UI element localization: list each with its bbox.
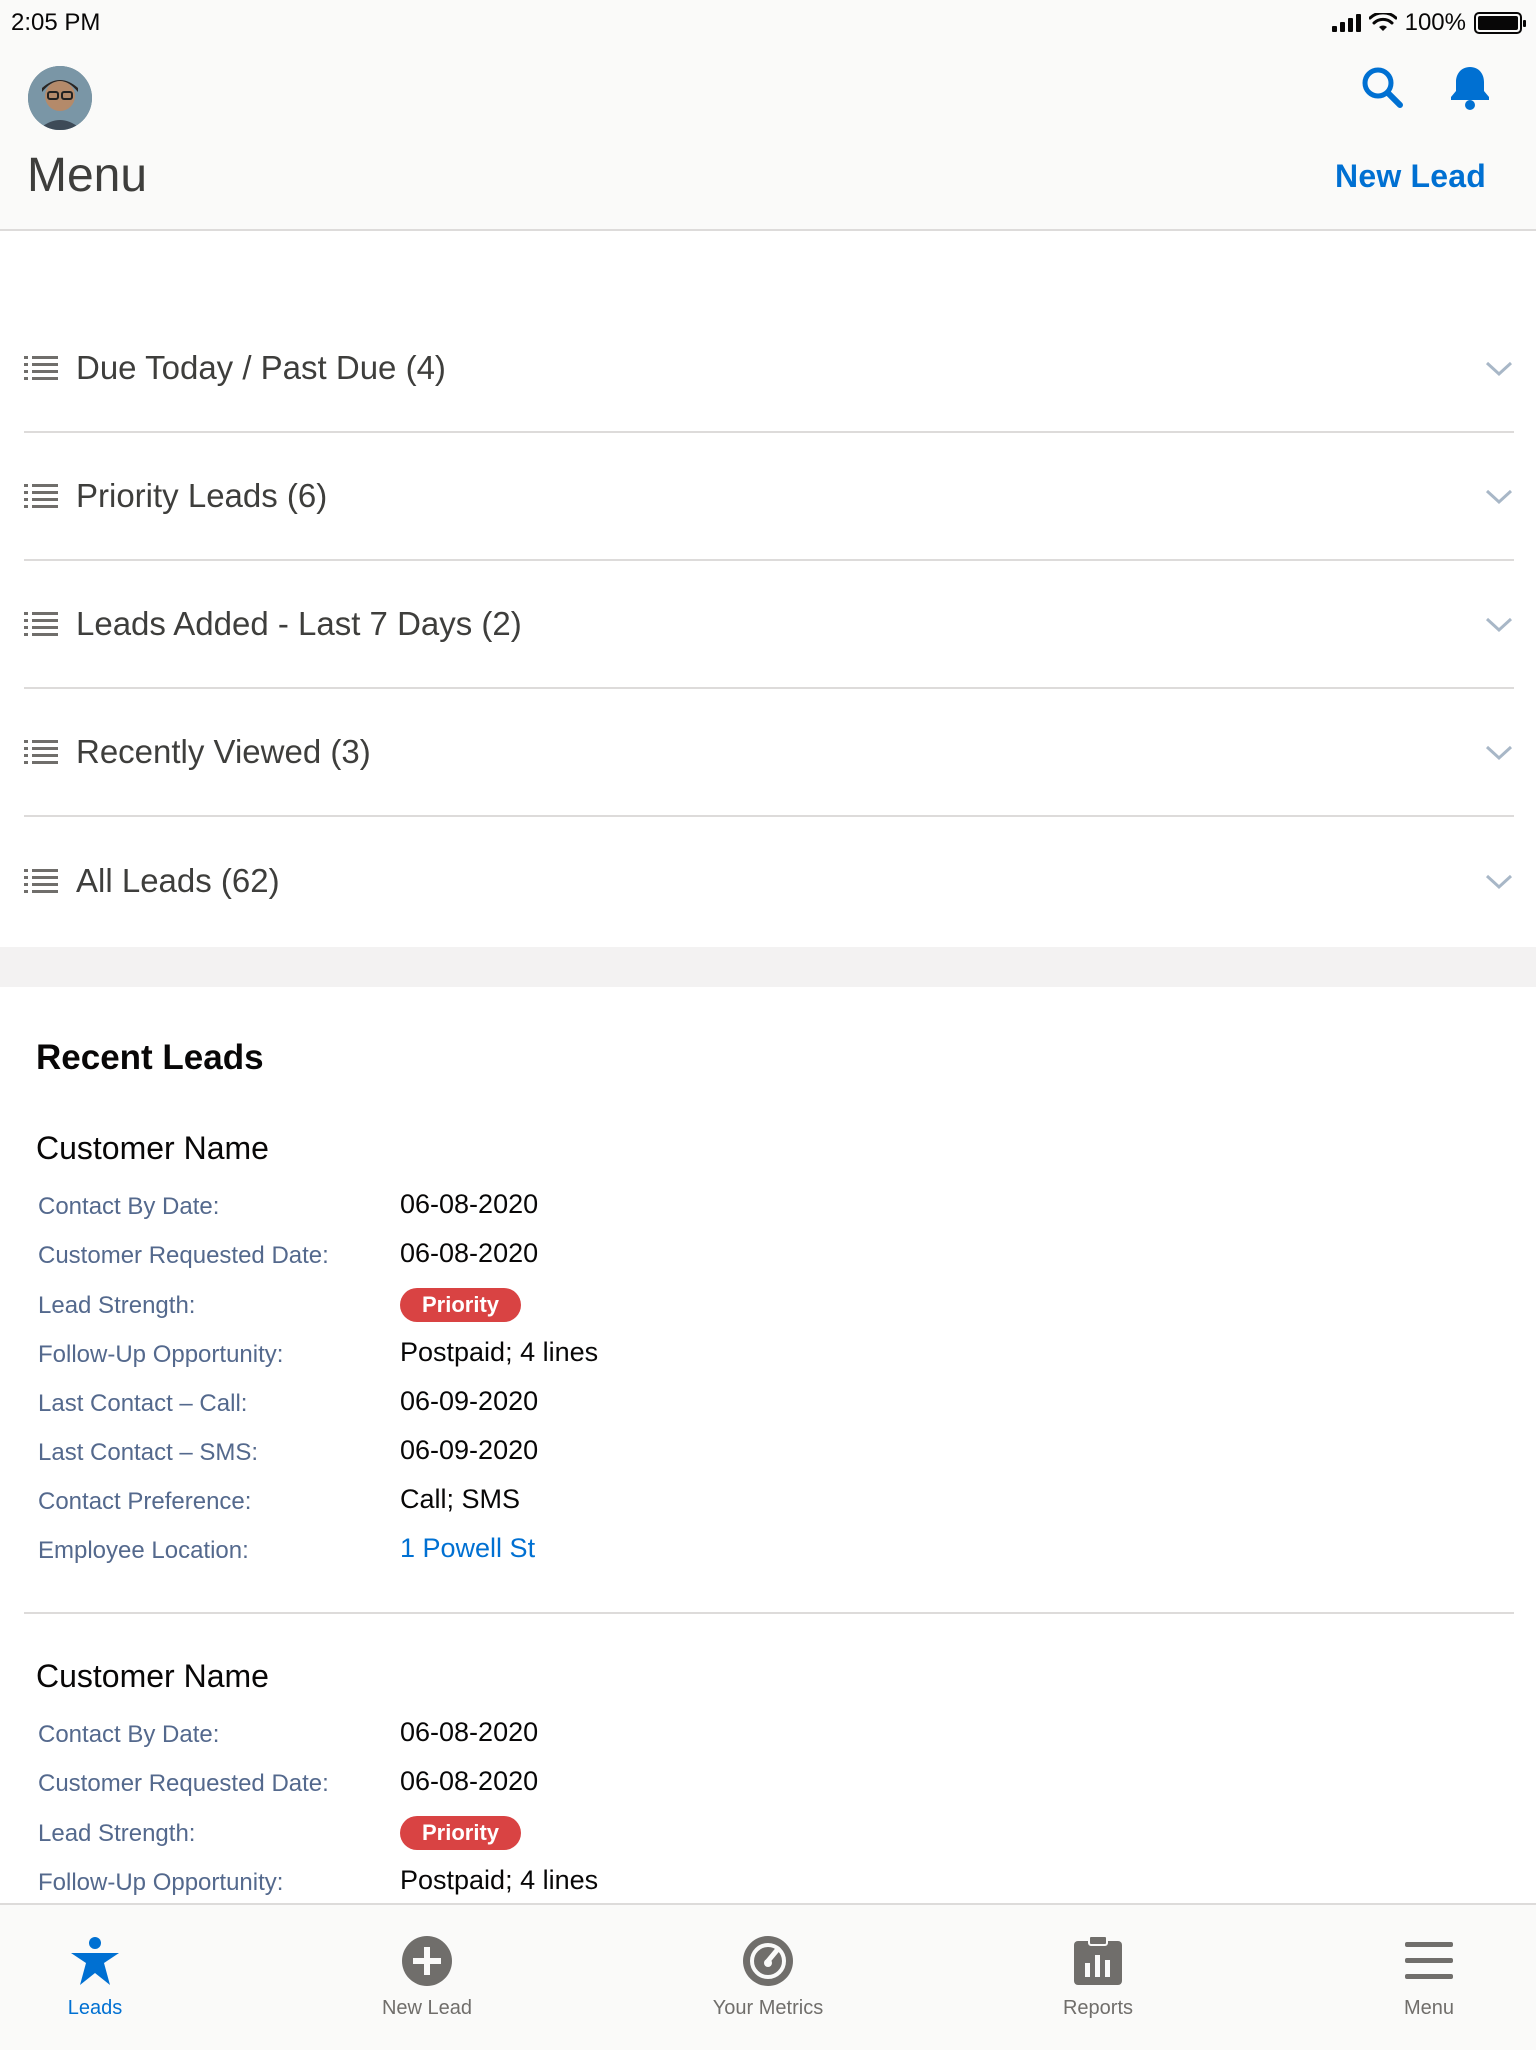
priority-badge: Priority: [400, 1288, 522, 1322]
field-label: Follow-Up Opportunity:: [38, 1869, 284, 1896]
lead-customer-name: Customer Name: [36, 1130, 269, 1166]
list-icon: [24, 356, 58, 380]
field-customer-requested-date: Customer Requested Date: 06-08-2020: [38, 1766, 1498, 1806]
chevron-down-icon[interactable]: [1484, 612, 1514, 636]
field-employee-location: Employee Location: 1 Powell St: [38, 1533, 1498, 1573]
wifi-icon: [1368, 13, 1397, 31]
list-view-priority-leads[interactable]: Priority Leads (6): [24, 433, 1514, 561]
section-divider: [0, 947, 1536, 987]
gauge-icon: [742, 1935, 794, 1987]
list-icon: [24, 740, 58, 764]
battery-percent: 100%: [1404, 9, 1466, 36]
tab-label: Menu: [1403, 1997, 1455, 2019]
list-icon: [24, 869, 58, 893]
list-view-leads-added[interactable]: Leads Added - Last 7 Days (2): [24, 561, 1514, 689]
field-label: Last Contact – SMS:: [38, 1439, 259, 1466]
tab-leads[interactable]: Leads: [0, 1935, 195, 2035]
field-lead-strength: Lead Strength: Priority: [38, 1288, 1498, 1328]
bell-icon[interactable]: [1445, 62, 1495, 112]
field-follow-up-opportunity: Follow-Up Opportunity: Postpaid; 4 lines: [38, 1865, 1498, 1905]
tab-your-metrics[interactable]: Your Metrics: [668, 1935, 868, 2035]
reports-icon: [1072, 1935, 1124, 1987]
field-value: 06-09-2020: [400, 1386, 539, 1416]
hamburger-icon: [1403, 1935, 1455, 1987]
list-view-due-today[interactable]: Due Today / Past Due (4): [24, 305, 1514, 433]
tab-label: Reports: [1062, 1997, 1134, 2019]
page-title: Menu: [27, 149, 148, 202]
field-customer-requested-date: Customer Requested Date: 06-08-2020: [38, 1238, 1498, 1278]
tab-label: Leads: [67, 1997, 123, 2019]
chevron-down-icon[interactable]: [1484, 484, 1514, 508]
avatar[interactable]: [28, 66, 92, 130]
field-contact-preference: Contact Preference: Call; SMS: [38, 1484, 1498, 1524]
battery-icon: [1474, 12, 1526, 34]
status-indicators: 100%: [1331, 9, 1526, 37]
search-icon[interactable]: [1357, 62, 1407, 112]
field-lead-strength: Lead Strength: Priority: [38, 1816, 1498, 1856]
new-lead-button[interactable]: New Lead: [1335, 158, 1486, 195]
priority-badge: Priority: [400, 1816, 522, 1850]
field-contact-by-date: Contact By Date: 06-08-2020: [38, 1189, 1498, 1229]
tab-bar: Leads New Lead Your Metrics Reports Menu: [0, 1903, 1536, 2050]
signal-icon: [1331, 14, 1361, 32]
field-label: Customer Requested Date:: [38, 1242, 329, 1269]
field-value: 06-08-2020: [400, 1189, 539, 1219]
field-value: 06-09-2020: [400, 1435, 539, 1465]
tab-label: New Lead: [381, 1997, 473, 2019]
field-label: Customer Requested Date:: [38, 1770, 329, 1797]
field-value: Call; SMS: [400, 1484, 521, 1514]
chevron-down-icon[interactable]: [1484, 869, 1514, 893]
chevron-down-icon[interactable]: [1484, 740, 1514, 764]
employee-location-link[interactable]: 1 Powell St: [400, 1533, 535, 1564]
field-label: Employee Location:: [38, 1537, 249, 1564]
field-label: Contact By Date:: [38, 1193, 220, 1220]
field-value: 06-08-2020: [400, 1717, 539, 1747]
list-view-label: All Leads (62): [76, 862, 280, 899]
list-view-recently-viewed[interactable]: Recently Viewed (3): [24, 689, 1514, 817]
field-label: Last Contact – Call:: [38, 1390, 248, 1417]
field-last-contact-call: Last Contact – Call: 06-09-2020: [38, 1386, 1498, 1426]
field-label: Lead Strength:: [38, 1292, 196, 1319]
star-person-icon: [69, 1935, 121, 1987]
list-view-label: Recently Viewed (3): [76, 733, 371, 770]
status-time: 2:05 PM: [11, 9, 101, 36]
field-last-contact-sms: Last Contact – SMS: 06-09-2020: [38, 1435, 1498, 1475]
lead-customer-name: Customer Name: [36, 1658, 269, 1694]
chevron-down-icon[interactable]: [1484, 356, 1514, 380]
app-header: 2:05 PM 100% Menu New Lead: [0, 0, 1536, 231]
field-label: Contact By Date:: [38, 1721, 220, 1748]
list-icon: [24, 612, 58, 636]
field-label: Follow-Up Opportunity:: [38, 1341, 284, 1368]
field-value: Postpaid; 4 lines: [400, 1865, 599, 1895]
list-view-label: Leads Added - Last 7 Days (2): [76, 605, 522, 642]
field-contact-by-date: Contact By Date: 06-08-2020: [38, 1717, 1498, 1757]
tab-reports[interactable]: Reports: [998, 1935, 1198, 2035]
list-icon: [24, 484, 58, 508]
tab-new-lead[interactable]: New Lead: [327, 1935, 527, 2035]
plus-circle-icon: [401, 1935, 453, 1987]
field-label: Contact Preference:: [38, 1488, 252, 1515]
list-view-label: Due Today / Past Due (4): [76, 349, 446, 386]
field-value: Postpaid; 4 lines: [400, 1337, 599, 1367]
tab-label: Your Metrics: [712, 1997, 824, 2019]
list-view-all-leads[interactable]: All Leads (62): [24, 817, 1514, 945]
list-view-label: Priority Leads (6): [76, 477, 328, 514]
card-divider: [24, 1612, 1514, 1614]
field-value: 06-08-2020: [400, 1238, 539, 1268]
field-value: 06-08-2020: [400, 1766, 539, 1796]
field-follow-up-opportunity: Follow-Up Opportunity: Postpaid; 4 lines: [38, 1337, 1498, 1377]
recent-leads-title: Recent Leads: [36, 1038, 264, 1077]
tab-menu[interactable]: Menu: [1329, 1935, 1529, 2035]
field-label: Lead Strength:: [38, 1820, 196, 1847]
status-bar: 2:05 PM 100%: [0, 0, 1536, 46]
